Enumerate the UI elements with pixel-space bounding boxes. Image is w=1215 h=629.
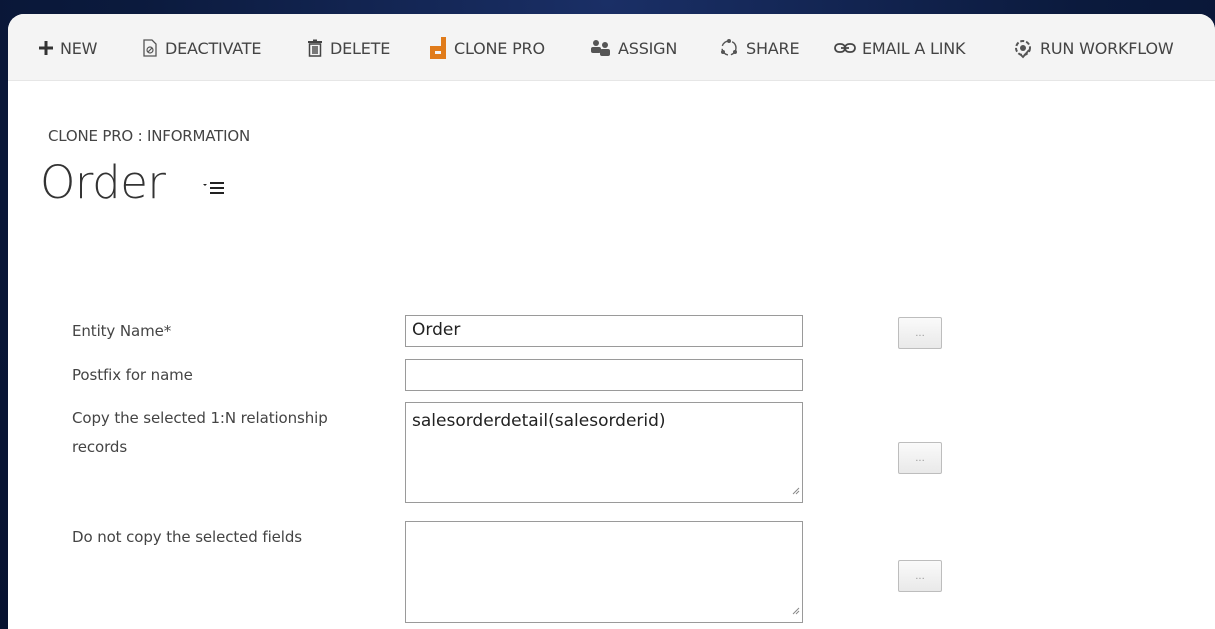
- share-label: SHARE: [746, 38, 800, 58]
- email-link-button[interactable]: EMAIL A LINK: [834, 34, 966, 62]
- share-button[interactable]: SHARE: [718, 34, 800, 62]
- form-selector-menu-icon[interactable]: [202, 180, 226, 199]
- relationships-label-line1: Copy the selected 1:N relationship: [72, 409, 328, 427]
- postfix-label: Postfix for name: [72, 366, 193, 384]
- breadcrumb: CLONE PRO : INFORMATION: [48, 127, 250, 145]
- resize-grip-icon[interactable]: [792, 600, 800, 620]
- workflow-icon: [1012, 37, 1034, 59]
- relationships-value: salesorderdetail(salesorderid): [412, 411, 666, 431]
- clone-pro-label: CLONE PRO: [454, 38, 545, 58]
- exclude-fields-textarea[interactable]: [405, 521, 803, 623]
- relationships-lookup-button[interactable]: ...: [898, 442, 942, 474]
- new-label: NEW: [60, 38, 98, 58]
- lookup-ellipsis: ...: [915, 327, 925, 339]
- entity-name-input[interactable]: Order: [405, 315, 803, 347]
- delete-label: DELETE: [330, 38, 391, 58]
- clone-pro-button[interactable]: CLONE PRO: [428, 34, 545, 62]
- link-icon: [834, 42, 856, 54]
- run-workflow-button[interactable]: RUN WORKFLOW: [1012, 34, 1174, 62]
- lookup-ellipsis: ...: [915, 570, 925, 582]
- trash-icon: [306, 39, 324, 57]
- exclude-fields-lookup-button[interactable]: ...: [898, 560, 942, 592]
- assign-button[interactable]: ASSIGN: [590, 34, 677, 62]
- command-bar: NEW DEACTIVATE DELETE CLONE PRO ASSIGN S…: [8, 14, 1215, 81]
- deactivate-label: DEACTIVATE: [165, 38, 262, 58]
- deactivate-button[interactable]: DEACTIVATE: [141, 34, 261, 62]
- delete-button[interactable]: DELETE: [306, 34, 390, 62]
- assign-label: ASSIGN: [618, 38, 678, 58]
- page-title: Order: [40, 156, 166, 209]
- lookup-ellipsis: ...: [915, 452, 925, 464]
- new-button[interactable]: NEW: [38, 34, 98, 62]
- entity-name-label: Entity Name*: [72, 322, 172, 340]
- form-window: NEW DEACTIVATE DELETE CLONE PRO ASSIGN S…: [8, 14, 1215, 629]
- relationships-textarea[interactable]: salesorderdetail(salesorderid): [405, 402, 803, 503]
- deactivate-icon: [141, 39, 159, 57]
- relationships-label-line2: records: [72, 438, 128, 456]
- postfix-input[interactable]: [405, 359, 803, 391]
- exclude-fields-label: Do not copy the selected fields: [72, 528, 302, 546]
- assign-users-icon: [590, 39, 612, 57]
- run-workflow-label: RUN WORKFLOW: [1040, 38, 1174, 58]
- resize-grip-icon[interactable]: [792, 480, 800, 500]
- clone-pro-logo-icon: [428, 37, 448, 59]
- entity-name-lookup-button[interactable]: ...: [898, 317, 942, 349]
- email-link-label: EMAIL A LINK: [862, 38, 966, 58]
- share-icon: [718, 37, 740, 59]
- plus-icon: [38, 40, 54, 56]
